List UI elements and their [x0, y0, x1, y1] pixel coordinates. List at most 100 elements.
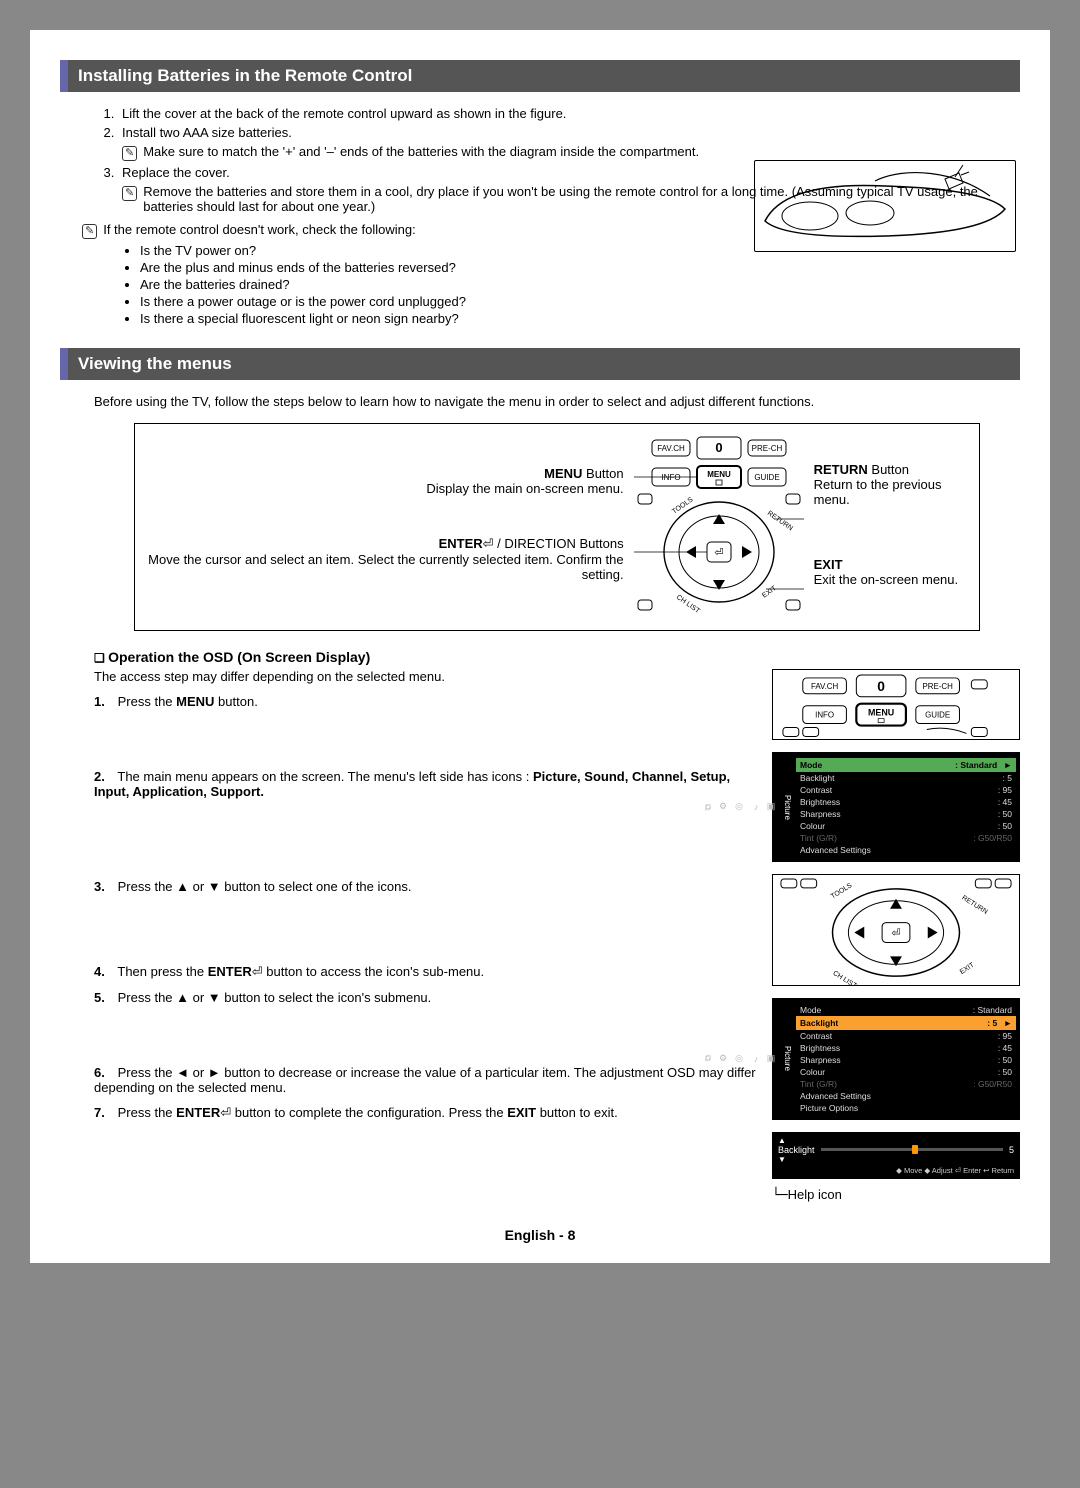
step5-num: 5.	[94, 990, 114, 1005]
step7-c: button to complete the configuration. Pr…	[231, 1105, 507, 1120]
step6-num: 6.	[94, 1065, 114, 1080]
note1: Make sure to match the '+' and '–' ends …	[143, 144, 699, 159]
osd-heading: Operation the OSD (On Screen Display)	[94, 649, 1020, 665]
menu-button-desc: Display the main on-screen menu.	[426, 481, 623, 496]
return-button-label: RETURN	[814, 462, 868, 477]
adjust-hints: ◆ Move ◆ Adjust ⏎ Enter ↩ Return	[778, 1166, 1014, 1175]
enter-button-desc: Move the cursor and select an item. Sele…	[148, 552, 623, 582]
step7-a: Press the	[118, 1105, 177, 1120]
menu-title: Picture	[783, 795, 792, 820]
enter-icon: ⏎	[220, 1105, 231, 1120]
step5-text: Press the ▲ or ▼ button to select the ic…	[118, 990, 432, 1005]
svg-text:⏎: ⏎	[891, 928, 900, 940]
section2-intro: Before using the TV, follow the steps be…	[94, 394, 1020, 409]
svg-text:⏎: ⏎	[714, 547, 723, 559]
menu-title: Picture	[783, 1046, 792, 1071]
note-icon: ✎	[82, 224, 97, 239]
svg-text:EXIT: EXIT	[959, 962, 976, 977]
picture-menu-1: Picture ▣ ♪ ◎ ⚙ ⧉ Mode : Standard ► Back…	[772, 752, 1020, 862]
svg-text:GUIDE: GUIDE	[754, 473, 779, 482]
step4-text-c: button to access the icon's sub-menu.	[263, 964, 484, 979]
svg-text:MENU: MENU	[707, 470, 731, 479]
sound-icon: ♪	[751, 802, 761, 812]
remote-control-figure	[754, 160, 1016, 252]
step1-num: 1.	[94, 694, 114, 709]
step7-e: button to exit.	[536, 1105, 618, 1120]
osd-steps: The access step may differ depending on …	[94, 669, 760, 1131]
adjust-slider	[821, 1148, 1003, 1151]
svg-text:FAV.CH: FAV.CH	[811, 682, 839, 691]
svg-text:INFO: INFO	[815, 711, 834, 720]
adjust-value: 5	[1009, 1145, 1014, 1155]
small-remote-dpad: ⏎ TOOLS RETURN CH LIST EXIT	[772, 874, 1020, 985]
menu-button-label: MENU	[544, 466, 582, 481]
setup-icon: ⚙	[719, 1054, 729, 1064]
check-5: Is there a special fluorescent light or …	[140, 311, 459, 326]
step7-num: 7.	[94, 1105, 114, 1120]
exit-button-desc: Exit the on-screen menu.	[814, 572, 959, 587]
adjust-label: Backlight	[778, 1145, 815, 1155]
menu-button-suffix: Button	[582, 466, 623, 481]
exit-button-label: EXIT	[814, 557, 843, 572]
step3-num: 3.	[94, 879, 114, 894]
step4-num: 4.	[94, 964, 114, 979]
remote-dpad-figure: FAV.CH 0 PRE-CH INFO MENU GUIDE	[634, 434, 804, 614]
check-intro: If the remote control doesn't work, chec…	[103, 222, 415, 237]
step3-text: Press the ▲ or ▼ button to select one of…	[118, 879, 412, 894]
step2-text-a: The main menu appears on the screen. The…	[117, 769, 533, 784]
return-button-desc: Return to the previous menu.	[814, 477, 942, 507]
remote-navigation-panel: MENU Button Display the main on-screen m…	[134, 423, 980, 631]
input-icon: ⧉	[703, 804, 713, 810]
step3: Replace the cover.	[122, 165, 230, 180]
mode-label: Mode	[800, 760, 822, 770]
step2-num: 2.	[94, 769, 114, 784]
sound-icon: ♪	[751, 1054, 761, 1064]
svg-text:CH LIST: CH LIST	[831, 970, 858, 984]
channel-icon: ◎	[735, 1054, 745, 1064]
svg-text:TOOLS: TOOLS	[830, 882, 854, 901]
svg-text:GUIDE: GUIDE	[925, 711, 950, 720]
enter-button-label: ENTER	[439, 536, 483, 551]
setup-icon: ⚙	[719, 802, 729, 812]
enter-icon: ⏎	[252, 964, 263, 979]
step7-b: ENTER	[176, 1105, 220, 1120]
enter-icon: ⏎	[483, 536, 494, 551]
step4-text-b: ENTER	[208, 964, 252, 979]
check-3: Are the batteries drained?	[140, 277, 290, 292]
osd-intro: The access step may differ depending on …	[94, 669, 760, 684]
picture-icon: ▣	[767, 802, 777, 812]
picture-icon: ▣	[767, 1054, 777, 1064]
section2-heading: Viewing the menus	[60, 348, 1020, 380]
step1: Lift the cover at the back of the remote…	[122, 106, 566, 121]
step2: Install two AAA size batteries.	[122, 125, 292, 140]
input-icon: ⧉	[703, 1055, 713, 1061]
picture-menu-2: Picture ▣ ♪ ◎ ⚙ ⧉ Mode: Standard Backlig…	[772, 998, 1020, 1120]
mode-value: : Standard	[955, 760, 997, 770]
step6-text: Press the ◄ or ► button to decrease or i…	[94, 1065, 756, 1095]
note-icon: ✎	[122, 186, 137, 201]
help-icon-label: └─Help icon	[772, 1187, 1020, 1203]
enter-button-suffix: / DIRECTION Buttons	[494, 536, 624, 551]
backlight-adjust-bar: ▲ Backlight 5 ▼ ◆ Move ◆ Adjust ⏎ Enter …	[772, 1132, 1020, 1179]
svg-text:RETURN: RETURN	[765, 510, 793, 532]
svg-text:MENU: MENU	[868, 708, 894, 718]
return-button-suffix: Button	[868, 462, 909, 477]
svg-text:PRE-CH: PRE-CH	[922, 682, 953, 691]
svg-text:RETURN: RETURN	[960, 895, 988, 916]
check-4: Is there a power outage or is the power …	[140, 294, 466, 309]
step4-text-a: Then press the	[117, 964, 207, 979]
page-footer: English - 8	[60, 1227, 1020, 1243]
note-icon: ✎	[122, 146, 137, 161]
svg-text:0: 0	[877, 678, 885, 694]
small-remote-top: FAV.CH 0 PRE-CH INFO MENU GUIDE	[772, 669, 1020, 740]
channel-icon: ◎	[735, 802, 745, 812]
section1-heading: Installing Batteries in the Remote Contr…	[60, 60, 1020, 92]
svg-text:EXIT: EXIT	[761, 585, 778, 600]
check-1: Is the TV power on?	[140, 243, 256, 258]
check-2: Are the plus and minus ends of the batte…	[140, 260, 456, 275]
svg-text:PRE-CH: PRE-CH	[751, 444, 782, 453]
step7-d: EXIT	[507, 1105, 536, 1120]
svg-text:INFO: INFO	[661, 473, 680, 482]
svg-text:FAV.CH: FAV.CH	[657, 444, 685, 453]
svg-text:0: 0	[715, 440, 722, 455]
